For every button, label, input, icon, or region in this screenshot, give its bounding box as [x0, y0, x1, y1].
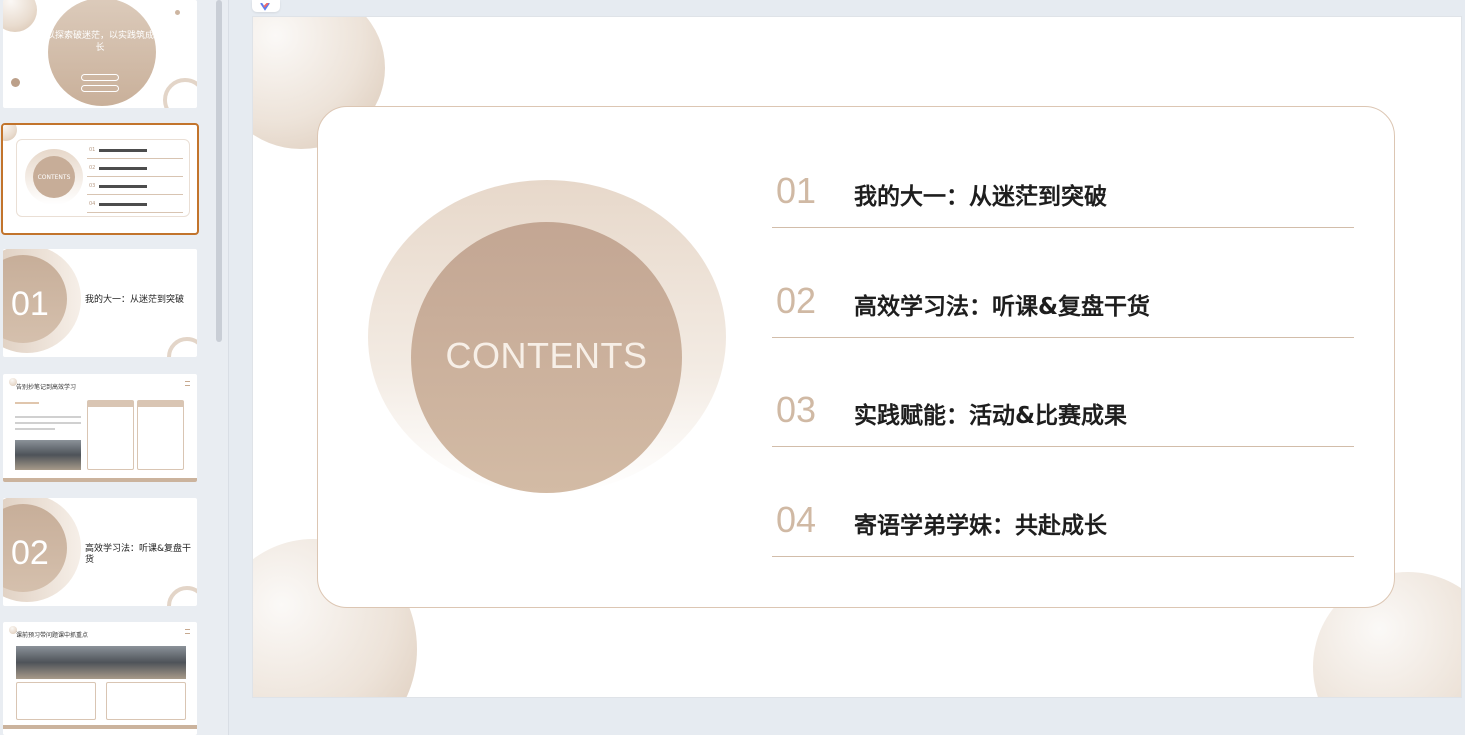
thumb-pill — [81, 85, 119, 92]
toc-number: 04 — [776, 499, 817, 540]
thumbnail-scrollbar[interactable] — [216, 0, 222, 342]
logo-mark-icon — [260, 2, 270, 11]
thumb-bottom-bar — [3, 725, 197, 729]
thumb-bottom-bar — [3, 478, 197, 482]
thumb-title: 告别抄笔记到高效学习 — [16, 384, 77, 391]
slide-thumbnail-2[interactable]: CONTENTS 01 02 03 04 — [1, 123, 199, 235]
decor-ring — [167, 337, 197, 357]
section-number: 01 — [11, 285, 49, 323]
slide-thumbnail-1[interactable]: 以探索破迷茫，以实践筑成长 — [3, 0, 197, 108]
contents-heading: CONTENTS — [445, 335, 648, 376]
thumb-toc-row: 03 — [87, 181, 183, 195]
thumb-toc-row: 04 — [87, 199, 183, 213]
toc-title: 寄语学弟学妹：共赴成长 — [854, 513, 1107, 539]
decor-circle — [3, 125, 17, 141]
app-logo-icon[interactable] — [252, 0, 280, 12]
toc-item-3[interactable]: 03 实践赋能：活动&比赛成果 — [772, 387, 1354, 447]
toc-item-2[interactable]: 02 高效学习法：听课&复盘干货 — [772, 278, 1354, 338]
thumb-toc-row: 01 — [87, 145, 183, 159]
thumb-toc-row: 02 — [87, 163, 183, 177]
toc-item-1[interactable]: 01 我的大一：从迷茫到突破 — [772, 168, 1354, 228]
slide-thumbnail-3[interactable]: 01 我的大一：从迷茫到突破 — [3, 249, 197, 357]
thumb-info-box — [16, 682, 96, 720]
thumb-contents-label: CONTENTS — [37, 174, 71, 181]
thumb-title: 课前预习带问题课中抓重点 — [16, 632, 89, 639]
section-title: 我的大一：从迷茫到突破 — [85, 295, 185, 305]
slide-thumbnail-panel: 以探索破迷茫，以实践筑成长 CONTENTS 01 02 03 04 01 我的… — [0, 0, 229, 735]
meeting-room-photo — [15, 440, 81, 470]
text-line — [15, 422, 81, 424]
decor-ring — [167, 586, 197, 606]
text-line — [15, 402, 39, 404]
text-line — [15, 416, 81, 418]
toc-number: 02 — [776, 280, 817, 321]
section-number: 02 — [11, 534, 49, 572]
thumb-pill — [81, 74, 119, 81]
slide-thumbnail-4[interactable]: 告别抄笔记到高效学习 — [3, 374, 197, 482]
slide-thumbnail-6[interactable]: 课前预习带问题课中抓重点 — [3, 622, 197, 735]
toc-title: 实践赋能：活动&比赛成果 — [854, 403, 1128, 429]
slide-thumbnail-5[interactable]: 02 高效学习法：听课&复盘干货 — [3, 498, 197, 606]
toc-title: 高效学习法：听课&复盘干货 — [854, 294, 1151, 320]
thumb-title: 以探索破迷茫，以实践筑成长 — [45, 31, 154, 53]
meeting-room-photo — [16, 646, 186, 679]
toc-number: 03 — [776, 389, 817, 430]
toc-item-4[interactable]: 04 寄语学弟学妹：共赴成长 — [772, 497, 1354, 557]
decor-circle — [3, 0, 37, 32]
decor-ring — [163, 78, 197, 108]
thumb-info-box — [106, 682, 186, 720]
decor-dot — [175, 10, 180, 15]
menu-icon — [185, 629, 190, 634]
text-line — [15, 428, 55, 430]
toc-number: 01 — [776, 170, 817, 211]
thumb-info-box — [87, 400, 134, 470]
decor-dot — [11, 78, 20, 87]
section-title: 高效学习法：听课&复盘干货 — [85, 544, 192, 565]
menu-icon — [185, 381, 190, 386]
slide-canvas[interactable]: CONTENTS 01 我的大一：从迷茫到突破 02 高效学习法：听课&复盘干货… — [253, 17, 1461, 697]
thumb-info-box — [137, 400, 184, 470]
toc-title: 我的大一：从迷茫到突破 — [854, 184, 1107, 210]
